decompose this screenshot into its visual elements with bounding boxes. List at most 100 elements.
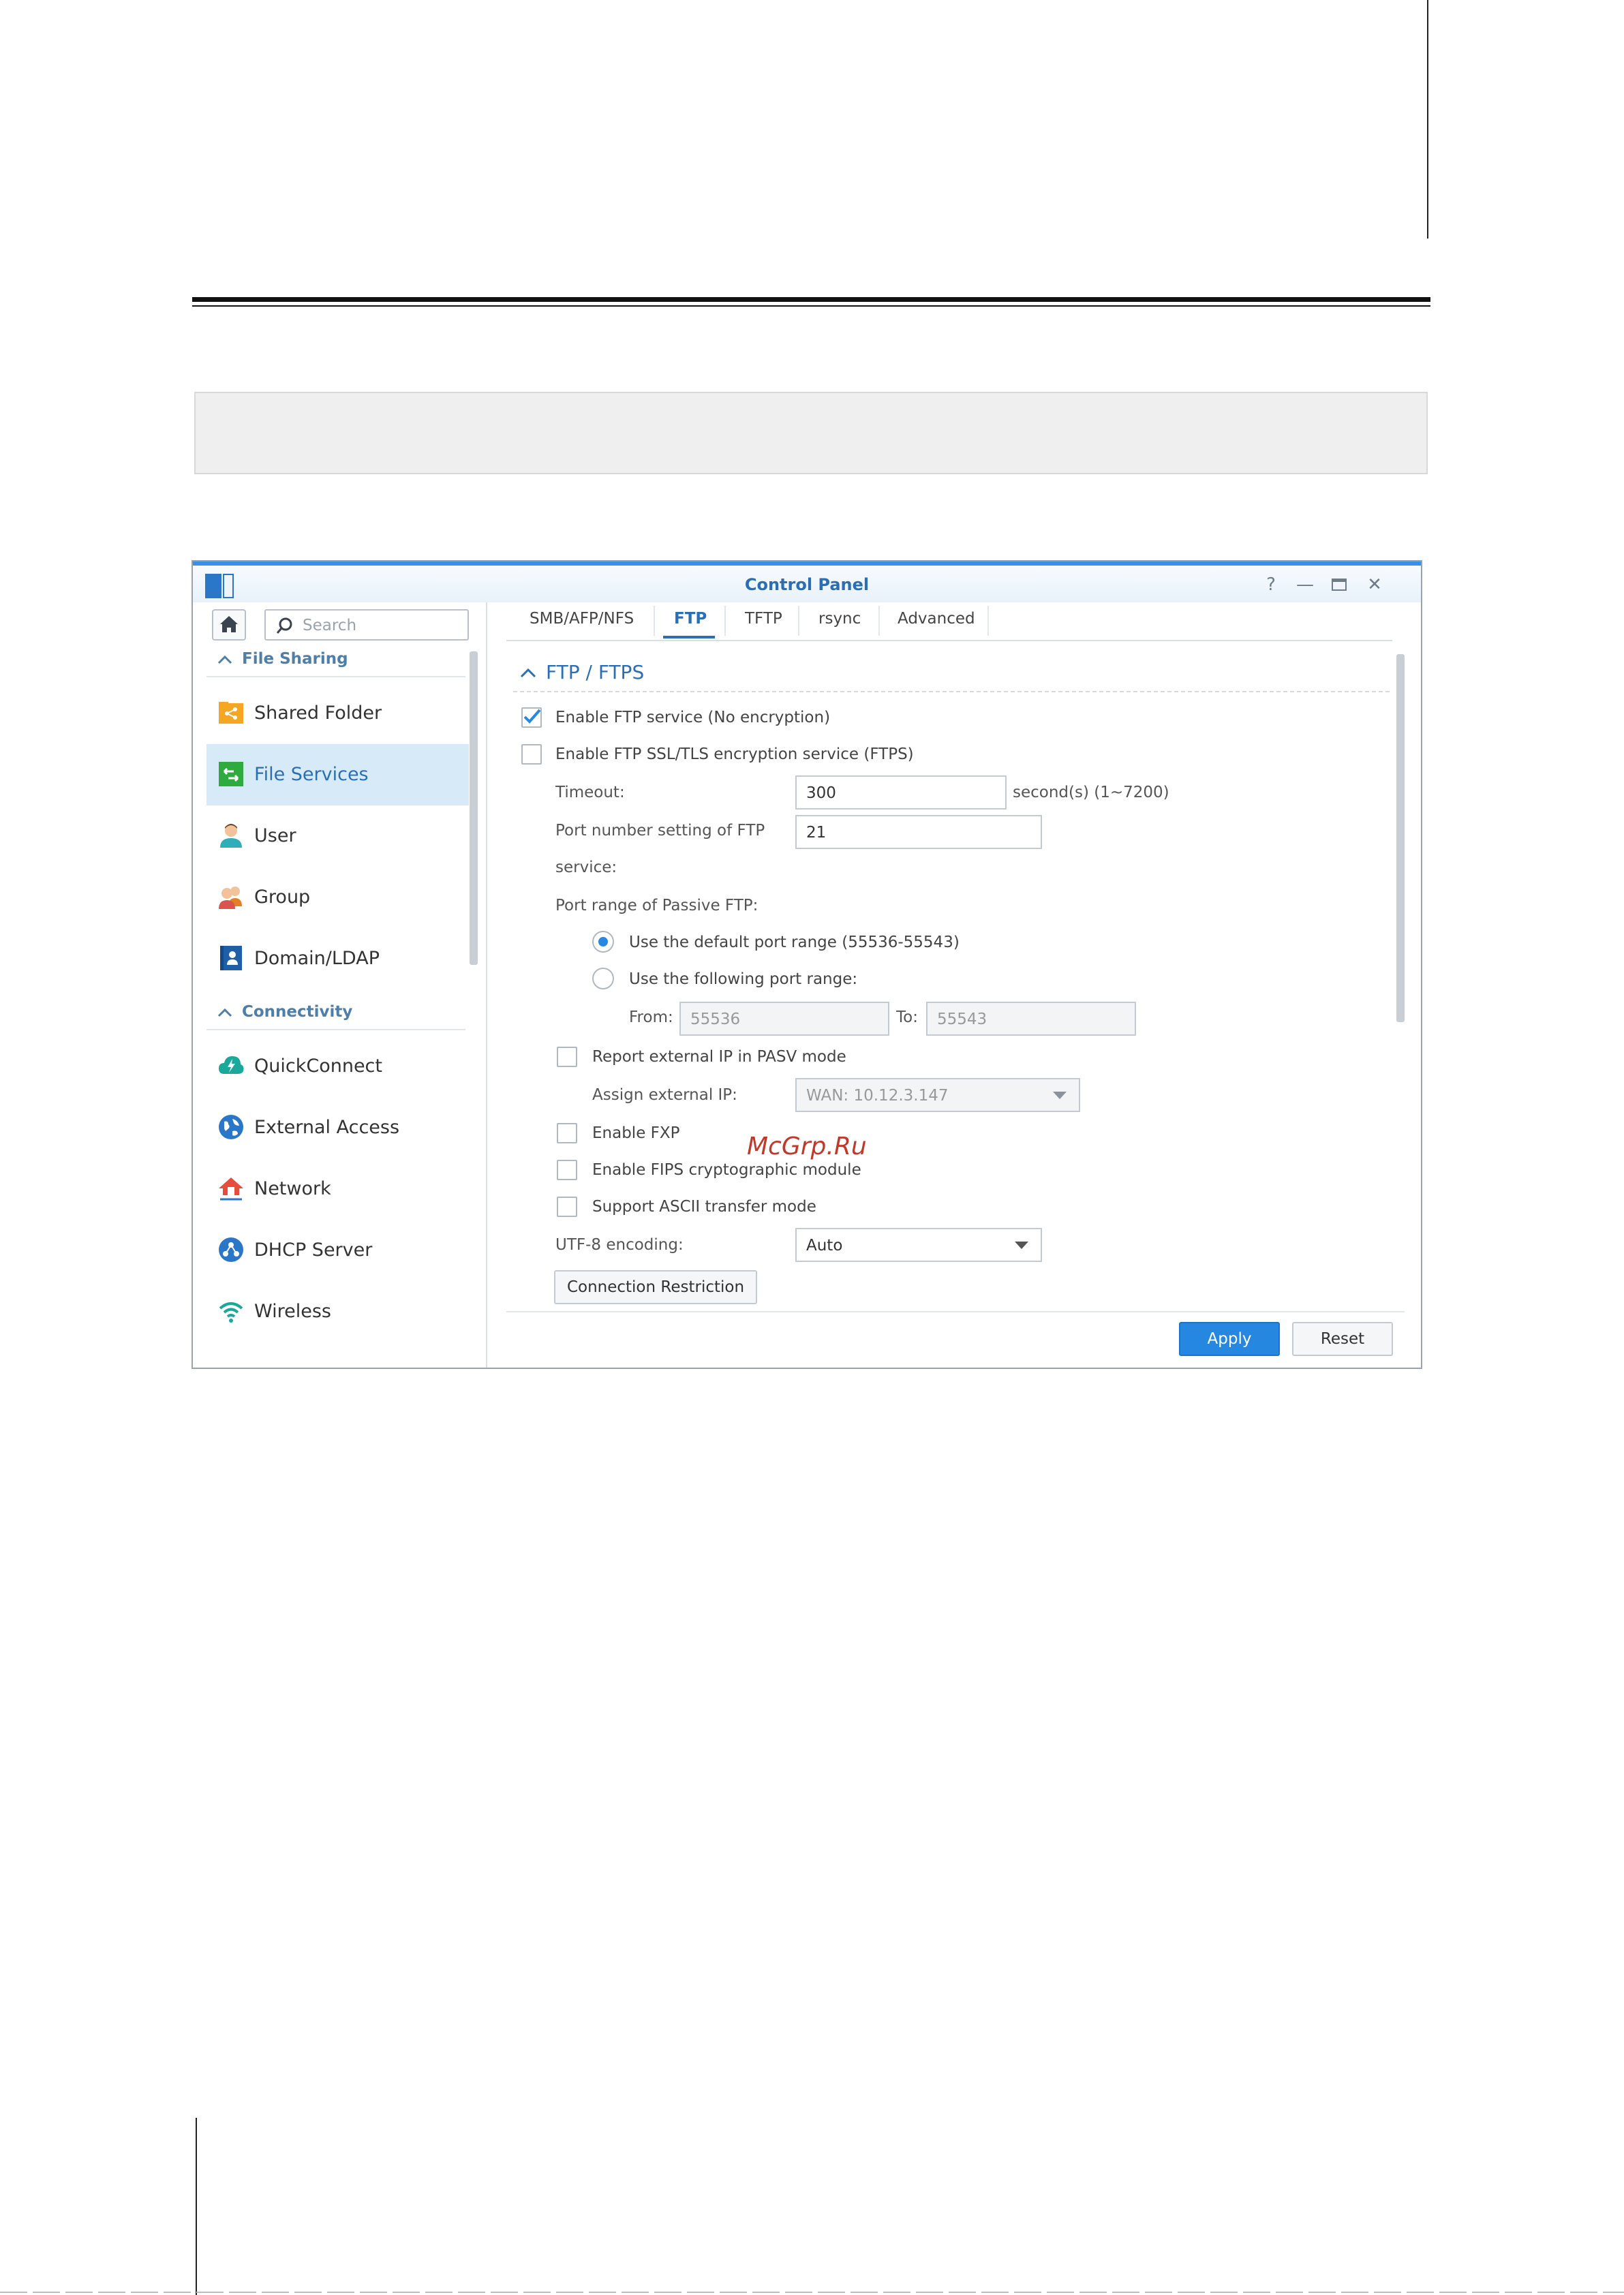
tab-rsync[interactable]: rsync xyxy=(818,610,861,628)
title-bar[interactable]: Control Panel ? — ✕ xyxy=(193,561,1421,602)
sidebar-item-network[interactable]: Network xyxy=(206,1158,469,1220)
reset-button[interactable]: Reset xyxy=(1292,1322,1393,1356)
sidebar-item-label: Domain/LDAP xyxy=(254,948,380,969)
active-tab-indicator xyxy=(663,636,715,638)
network-icon xyxy=(219,1177,243,1201)
apply-button[interactable]: Apply xyxy=(1179,1322,1280,1356)
tab-advanced[interactable]: Advanced xyxy=(898,610,975,628)
divider xyxy=(206,676,465,677)
default-range-radio[interactable] xyxy=(592,931,614,953)
section-divider xyxy=(513,691,1392,692)
tab-separator xyxy=(878,606,880,636)
enable-fips-label: Enable FIPS cryptographic module xyxy=(592,1161,861,1179)
timeout-label: Timeout: xyxy=(555,784,625,801)
enable-ftp-checkbox[interactable] xyxy=(521,707,542,728)
close-icon[interactable]: ✕ xyxy=(1361,572,1388,597)
enable-ftp-label: Enable FTP service (No encryption) xyxy=(555,709,831,726)
enable-fips-checkbox[interactable] xyxy=(557,1160,577,1180)
watermark-text: McGrp.Ru xyxy=(747,1133,867,1160)
page-bottom-border xyxy=(0,2292,1624,2293)
checkmark-icon xyxy=(523,709,541,724)
sidebar-item-group[interactable]: Group xyxy=(206,867,469,928)
timeout-input[interactable]: 300 xyxy=(795,775,1007,810)
report-external-ip-checkbox[interactable] xyxy=(557,1047,577,1067)
tab-tftp[interactable]: TFTP xyxy=(745,610,782,628)
user-icon xyxy=(220,824,242,848)
sidebar-item-quickconnect[interactable]: QuickConnect xyxy=(206,1036,469,1097)
sidebar-item-domain-ldap[interactable]: Domain/LDAP xyxy=(206,928,469,989)
utf8-encoding-select[interactable]: Auto xyxy=(795,1228,1042,1262)
search-input[interactable]: Search xyxy=(264,609,469,641)
assign-external-ip-select[interactable]: WAN: 10.12.3.147 xyxy=(795,1078,1080,1112)
minimize-icon[interactable]: — xyxy=(1291,572,1319,597)
section-title: FTP / FTPS xyxy=(546,661,645,683)
assign-external-ip-value: WAN: 10.12.3.147 xyxy=(806,1087,949,1105)
page-edge-line-bottom xyxy=(196,2118,197,2295)
assign-external-ip-label: Assign external IP: xyxy=(592,1086,737,1104)
sidebar-item-label: DHCP Server xyxy=(254,1239,373,1261)
tab-bar: SMB/AFP/NFS FTP TFTP rsync Advanced xyxy=(506,606,1392,641)
report-external-ip-label: Report external IP in PASV mode xyxy=(592,1048,846,1066)
shared-folder-icon xyxy=(219,702,243,724)
sidebar-item-user[interactable]: User xyxy=(206,805,469,867)
sidebar-item-label: File Services xyxy=(254,764,369,785)
file-services-icon xyxy=(219,762,243,786)
port-input[interactable]: 21 xyxy=(795,815,1042,849)
sidebar-scrollbar[interactable] xyxy=(470,651,478,965)
maximize-icon[interactable] xyxy=(1326,572,1353,597)
footer-divider xyxy=(506,1311,1405,1312)
group-icon xyxy=(219,887,242,909)
sidebar-item-shared-folder[interactable]: Shared Folder xyxy=(206,683,469,744)
sidebar-item-wireless[interactable]: Wireless xyxy=(206,1281,469,1342)
section-label: File Sharing xyxy=(242,650,348,668)
dhcp-server-icon xyxy=(219,1237,243,1262)
wireless-icon xyxy=(219,1302,243,1323)
page-rule-thin xyxy=(192,305,1430,307)
home-button[interactable] xyxy=(212,609,246,641)
utf8-encoding-value: Auto xyxy=(806,1237,843,1254)
tab-smb-afp-nfs[interactable]: SMB/AFP/NFS xyxy=(530,610,634,628)
ascii-mode-checkbox[interactable] xyxy=(557,1197,577,1217)
enable-ftps-checkbox[interactable] xyxy=(521,744,542,765)
to-port-input[interactable]: 55543 xyxy=(926,1002,1136,1036)
sidebar: Search File Sharing Shared Folder File S… xyxy=(193,602,487,1368)
utf8-encoding-label: UTF-8 encoding: xyxy=(555,1236,684,1254)
enable-ftps-label: Enable FTP SSL/TLS encryption service (F… xyxy=(555,745,914,763)
chevron-up-icon xyxy=(520,668,536,678)
ascii-mode-label: Support ASCII transfer mode xyxy=(592,1198,816,1216)
chevron-up-icon xyxy=(217,655,232,664)
help-icon[interactable]: ? xyxy=(1257,572,1285,597)
connection-restriction-button[interactable]: Connection Restriction xyxy=(554,1270,757,1304)
tab-separator xyxy=(724,606,726,636)
content-scrollbar[interactable] xyxy=(1396,654,1405,1022)
sidebar-item-label: Wireless xyxy=(254,1301,331,1322)
quickconnect-icon xyxy=(219,1056,244,1074)
sidebar-item-file-services[interactable]: File Services xyxy=(206,744,469,805)
passive-range-label: Port range of Passive FTP: xyxy=(555,897,759,914)
domain-ldap-icon xyxy=(220,946,242,970)
chevron-up-icon xyxy=(217,1008,232,1017)
sidebar-item-label: Network xyxy=(254,1178,331,1199)
page-rule xyxy=(192,297,1430,302)
tab-separator xyxy=(654,606,655,636)
tab-separator xyxy=(987,606,989,636)
sidebar-item-label: Shared Folder xyxy=(254,703,382,724)
sidebar-item-label: Group xyxy=(254,887,311,908)
external-access-icon xyxy=(219,1115,243,1139)
to-label: To: xyxy=(896,1008,918,1026)
enable-fxp-checkbox[interactable] xyxy=(557,1123,577,1143)
tab-ftp[interactable]: FTP xyxy=(674,610,707,628)
search-placeholder: Search xyxy=(303,617,357,634)
section-label: Connectivity xyxy=(242,1003,353,1021)
search-icon xyxy=(276,617,292,634)
sidebar-item-external-access[interactable]: External Access xyxy=(206,1097,469,1158)
chevron-down-icon xyxy=(1015,1242,1028,1249)
divider xyxy=(206,1029,465,1030)
timeout-suffix: second(s) (1~7200) xyxy=(1013,784,1169,801)
sidebar-item-dhcp-server[interactable]: DHCP Server xyxy=(206,1220,469,1281)
custom-range-radio[interactable] xyxy=(592,968,614,989)
enable-fxp-label: Enable FXP xyxy=(592,1124,680,1142)
sidebar-item-label: User xyxy=(254,825,296,846)
default-range-label: Use the default port range (55536-55543) xyxy=(629,934,960,951)
from-port-input[interactable]: 55536 xyxy=(679,1002,889,1036)
